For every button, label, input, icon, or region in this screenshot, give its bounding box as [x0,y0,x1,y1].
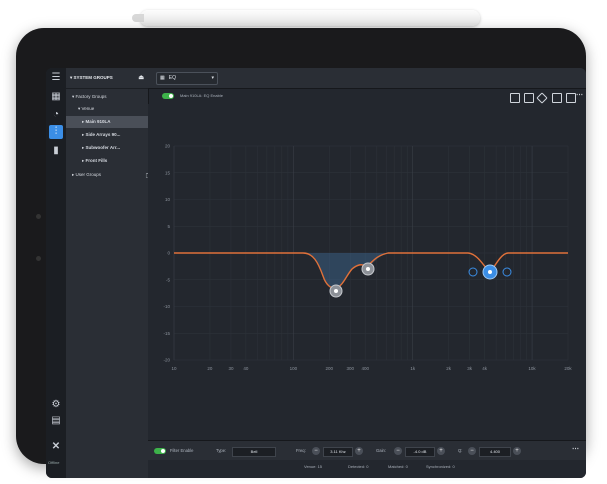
eq-sliders-icon[interactable]: ⫶ [49,125,63,139]
tree-item-user-groups[interactable]: ▸ User Groups ❐ [66,169,154,181]
gain-label: Gain: [376,448,387,453]
y-tick-label: 20 [165,144,171,149]
grid-icon[interactable]: ▦ [49,90,63,104]
status-synchronized: Synchronized: 0 [426,464,455,469]
tree-item-label: Front Fills [85,158,108,163]
q-increment-button[interactable]: + [513,447,521,455]
eq-graph[interactable]: 20151050-5-10-15-20 10 20 30 40 100 200 300 400… [148,104,586,440]
type-label: Type: [216,448,227,453]
high-shelf-icon[interactable] [566,93,576,103]
y-tick-label: -5 [166,277,170,282]
y-tick-label: -15 [163,331,170,336]
status-matched: Matched: 0 [388,464,408,469]
apple-pencil [132,10,480,26]
logo-icon: ✕ [51,441,61,452]
x-tick-label: 200 [326,366,334,371]
eq-header: Main 910LA: EQ Enable ⋯ [148,88,586,104]
filter-enable-switch[interactable] [154,448,166,454]
x-tick-label: 40 [243,366,249,371]
gain-increment-button[interactable]: + [437,447,445,455]
offline-label: Offline [48,460,60,465]
x-tick-label: 3k [467,366,473,371]
filter-handle-2[interactable] [361,262,375,276]
freq-input[interactable]: 3.11 Khz [323,447,353,457]
tree-item-label: Subwoofer Arr... [85,145,121,150]
q-input[interactable]: 4.400 [479,447,511,457]
filter-parameter-bar: Filter Enable Type: Bell Freq: − 3.11 Kh… [148,440,586,461]
x-tick-label: 2k [446,366,452,371]
notch-icon[interactable] [552,93,562,103]
gain-decrement-button[interactable]: − [394,447,402,455]
view-dropdown[interactable]: ▦ EQ ▾ [156,72,218,85]
filter-enable-label: Filter Enable [170,448,194,453]
view-dropdown-label: EQ [168,75,176,81]
y-tick-label: 15 [165,170,171,175]
x-tick-label: 10 [171,366,177,371]
x-tick-label: 20k [564,366,572,371]
x-tick-label: 10k [528,366,536,371]
settings-icon[interactable]: ⚙ [49,398,63,412]
y-tick-label: 10 [165,197,171,202]
tree-item-label: Factory Groups [75,94,107,99]
type-select[interactable]: Bell [232,447,276,457]
tree-item-label: Main 910LA [85,119,111,124]
low-shelf-icon[interactable] [510,93,520,103]
eq-enable-label: Main 910LA: EQ Enable [180,93,223,98]
freq-increment-button[interactable]: + [355,447,363,455]
lock-icon[interactable]: ⏏ [138,68,144,88]
tree-item-label: User Groups [75,172,102,177]
gain-input[interactable]: -4.0 dB [405,447,435,457]
camera-dot [36,214,41,219]
x-tick-label: 100 [290,366,298,371]
eq-icon: ▦ [160,75,165,81]
q-label: Q: [458,448,463,453]
more-options-icon[interactable]: ⋯ [572,445,579,453]
top-bar: ▦ EQ ▾ [148,68,586,89]
tree-item-venue[interactable]: ▾ Venue [66,103,160,115]
tree-item-factory-groups[interactable]: ▾ Factory Groups [66,91,154,103]
check-circle-icon[interactable]: ◔ [49,108,63,122]
menu-icon[interactable]: ☰ [49,71,63,85]
q-decrement-button[interactable]: − [468,447,476,455]
sensor-dot [36,256,41,261]
bell-icon[interactable] [536,92,548,104]
freq-decrement-button[interactable]: − [312,447,320,455]
filter-handle-1[interactable] [329,284,343,298]
group-tree: ▾ SYSTEM GROUPS ⏏ ▾ Factory Groups ▾ Ven… [66,68,164,478]
x-tick-label: 400 [361,366,369,371]
tree-item-label: Side Arrays 90... [85,132,121,137]
nav-rail: ☰ ▦ ◔ ⫶ ▮ ⚙ ▤ ✕ Offline [46,68,66,478]
x-tick-label: 30 [228,366,234,371]
status-venue: Venue: 15 [304,464,323,469]
x-tick-label: 300 [347,366,355,371]
tree-header: ▾ SYSTEM GROUPS ⏏ [66,68,148,89]
chevron-down-icon: ▾ [211,75,214,81]
app-screen: ☰ ▦ ◔ ⫶ ▮ ⚙ ▤ ✕ Offline ▾ SYSTEM GROUPS … [46,68,586,478]
bar-chart-icon[interactable]: ▮ [49,144,63,158]
database-icon[interactable]: ▤ [49,414,63,428]
freq-label: Freq: [296,448,306,453]
y-tick-label: -20 [163,358,170,363]
more-options-icon[interactable]: ⋯ [576,91,583,99]
y-tick-label: -10 [163,304,170,309]
status-detected: Detected: 0 [348,464,369,469]
tree-item-label: Venue [81,106,95,111]
status-bar: Venue: 15 Detected: 0 Matched: 0 Synchro… [148,460,586,478]
x-tick-label: 4k [482,366,488,371]
tree-header-label: SYSTEM GROUPS [73,75,113,80]
eq-enable-switch[interactable] [162,93,174,99]
x-tick-label: 20 [207,366,213,371]
high-pass-icon[interactable] [524,93,534,103]
x-tick-label: 1k [410,366,416,371]
